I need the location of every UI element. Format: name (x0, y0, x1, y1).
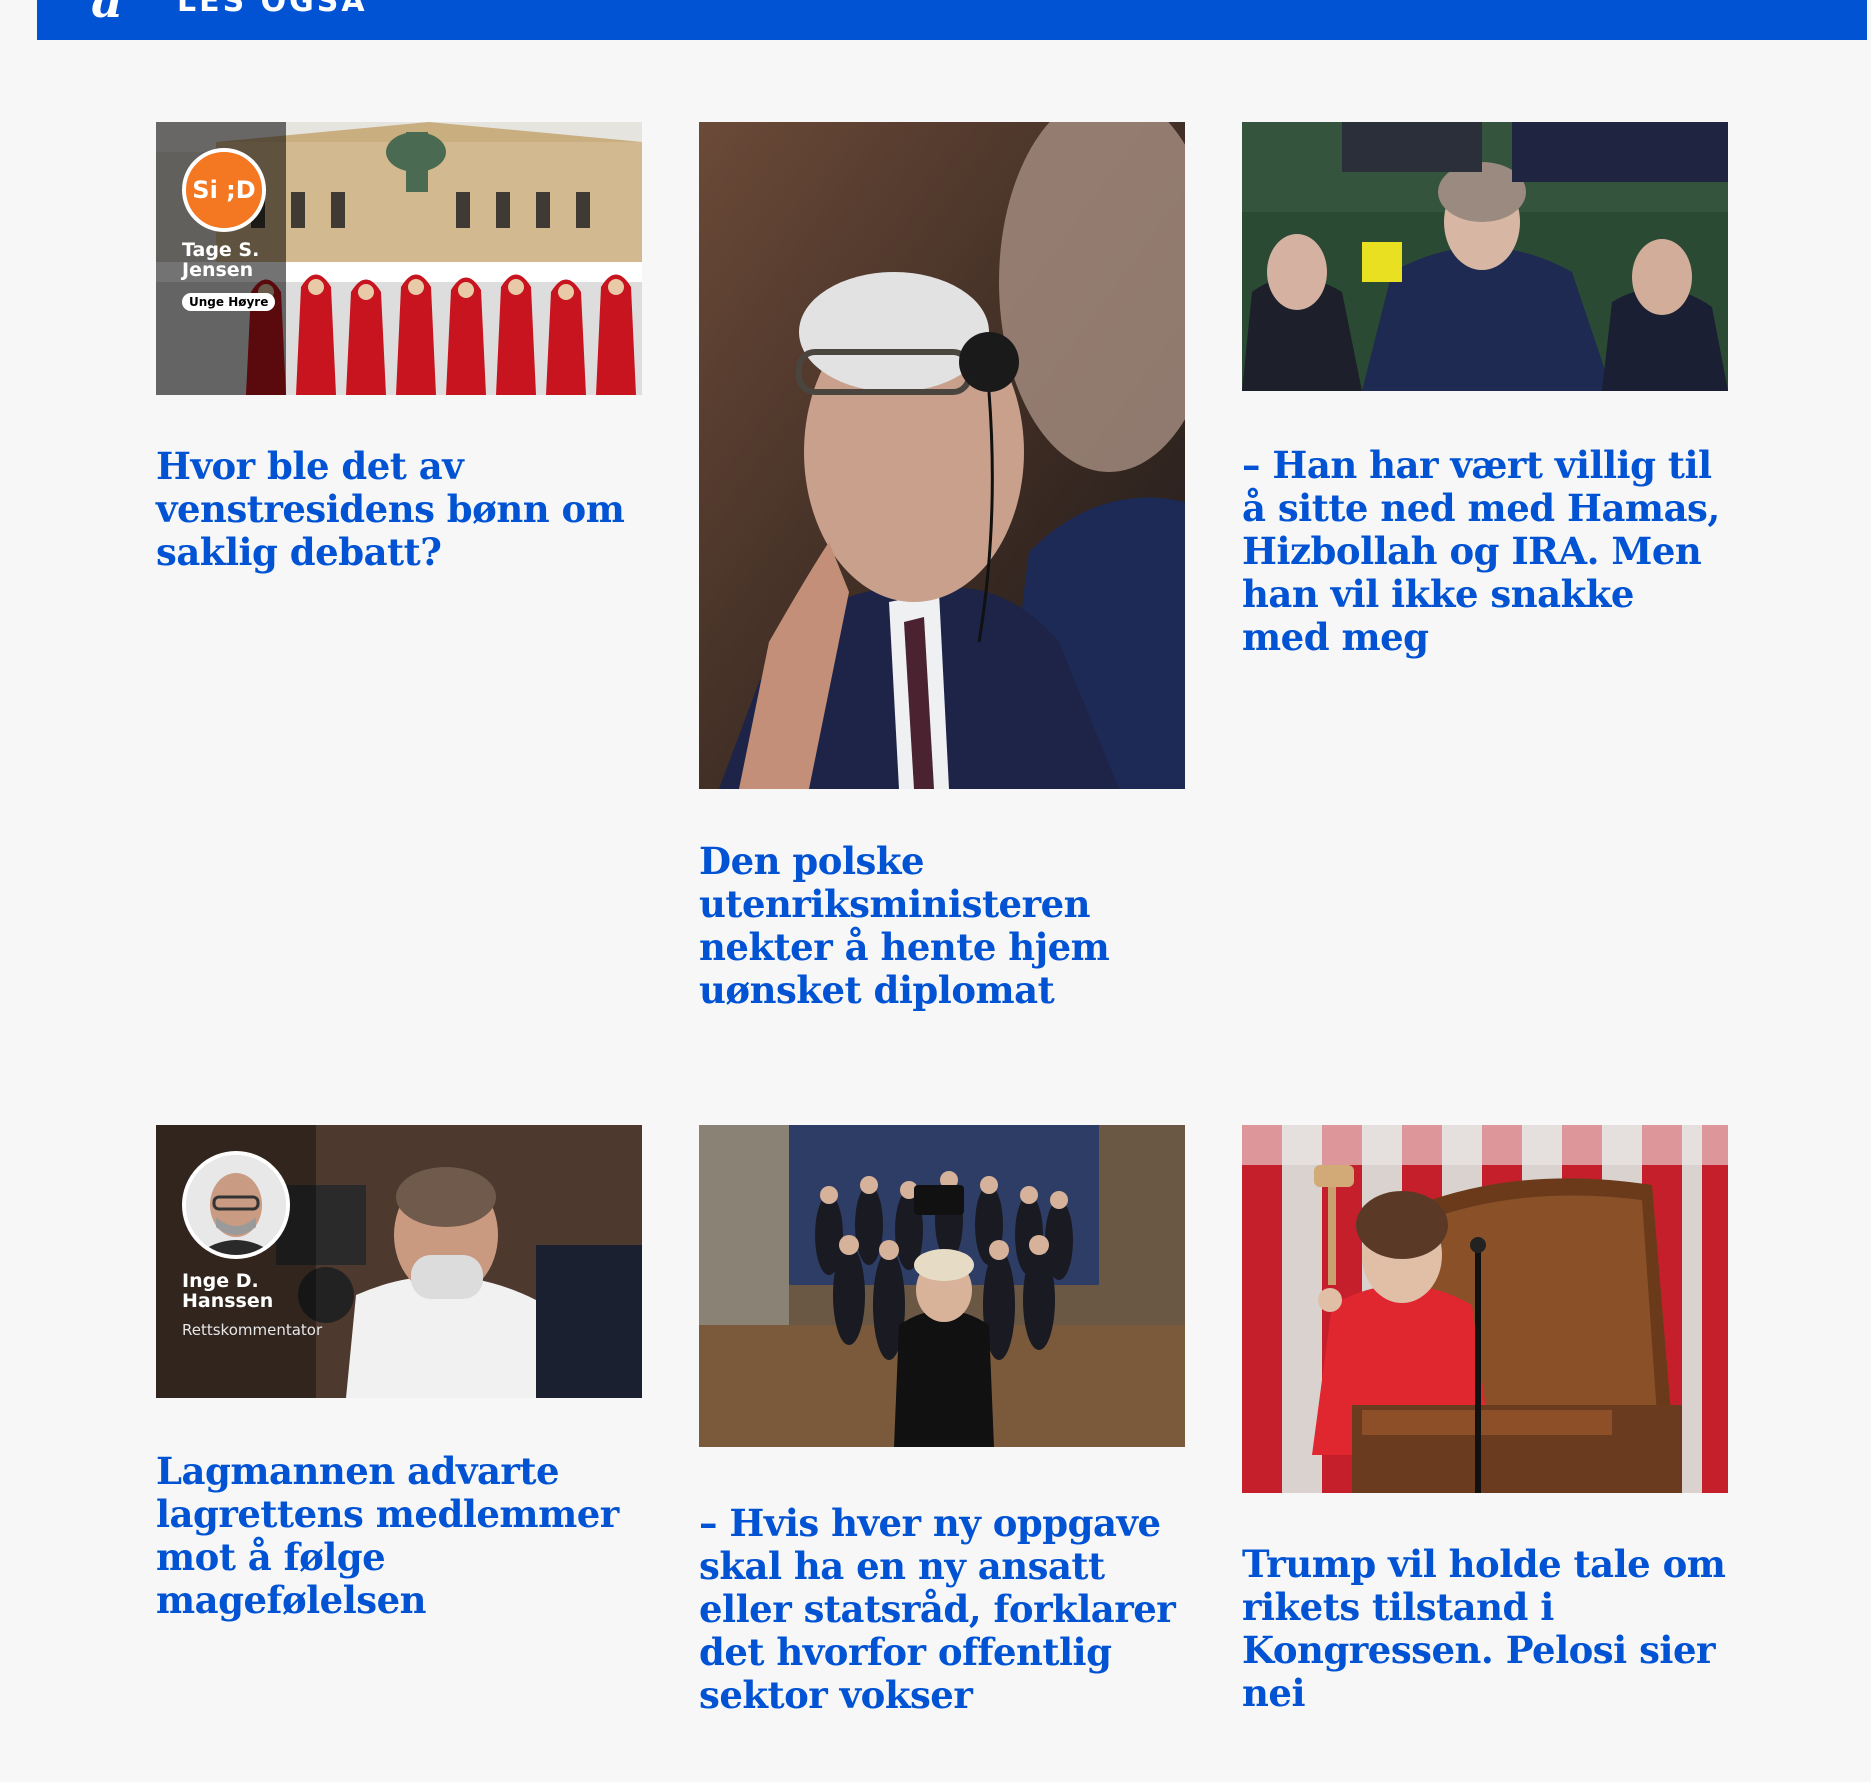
avatar-photo (186, 1155, 286, 1255)
article-title[interactable]: – Hvis hver ny oppgave skal ha en ny ans… (699, 1502, 1185, 1717)
article-image[interactable] (1242, 122, 1728, 391)
article-title[interactable]: Den polske utenriksministeren nekter å h… (699, 840, 1185, 1012)
brand-logo[interactable]: a (91, 0, 123, 30)
article-card[interactable]: Inge D. Hanssen Rettskommentator Lagmann… (156, 1125, 642, 1622)
article-photo (699, 122, 1185, 789)
article-card[interactable]: – Han har vært villig til å sitte ned me… (1242, 122, 1728, 659)
article-title[interactable]: Trump vil holde tale om rikets tilstand … (1242, 1543, 1728, 1715)
article-card[interactable]: Si ;D Tage S. Jensen Unge Høyre Hvor ble… (156, 122, 642, 574)
sid-badge-icon: Si ;D (182, 148, 266, 232)
author-role: Rettskommentator (182, 1321, 323, 1339)
article-photo (1242, 122, 1728, 391)
top-bar: a LES OGSÅ (37, 0, 1867, 40)
article-image[interactable] (1242, 1125, 1728, 1493)
author-avatar (182, 1151, 290, 1259)
article-image[interactable] (699, 1125, 1185, 1447)
article-image[interactable]: Si ;D Tage S. Jensen Unge Høyre (156, 122, 642, 395)
author-name: Inge D. Hanssen (182, 1270, 274, 1312)
article-photo (699, 1125, 1185, 1447)
article-image[interactable] (699, 122, 1185, 789)
article-title[interactable]: Hvor ble det av venstresidens bønn om sa… (156, 445, 642, 574)
article-photo (1242, 1125, 1728, 1493)
author-name: Tage S. Jensen (182, 239, 260, 281)
article-card[interactable]: – Hvis hver ny oppgave skal ha en ny ans… (699, 1125, 1185, 1717)
section-heading: LES OGSÅ (177, 0, 368, 19)
article-card[interactable]: Trump vil holde tale om rikets tilstand … (1242, 1125, 1728, 1715)
article-title[interactable]: Lagmannen advarte lagrettens medlemmer m… (156, 1450, 642, 1622)
article-card[interactable]: Den polske utenriksministeren nekter å h… (699, 122, 1185, 1012)
article-title[interactable]: – Han har vært villig til å sitte ned me… (1242, 444, 1728, 659)
article-image[interactable]: Inge D. Hanssen Rettskommentator (156, 1125, 642, 1398)
author-tag: Unge Høyre (182, 293, 276, 311)
